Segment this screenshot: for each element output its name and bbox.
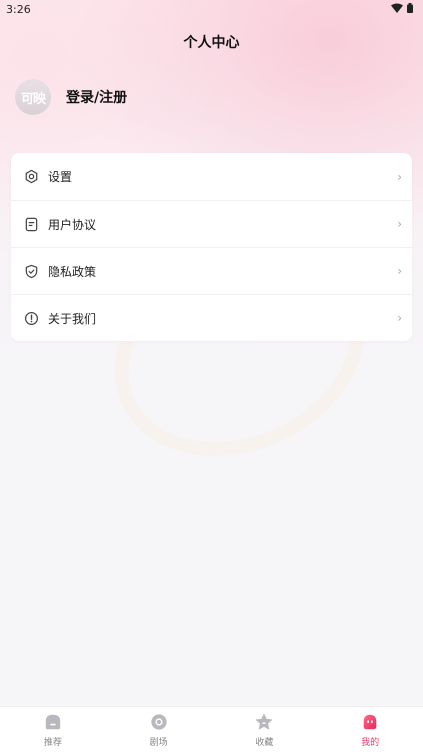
status-bar: 3:26 [0, 0, 423, 20]
home-icon [43, 712, 63, 732]
wifi-icon [391, 3, 403, 13]
profile-login-row[interactable]: 可映 登录/注册 [15, 79, 127, 115]
tab-favorites[interactable]: 收藏 [212, 707, 318, 752]
menu-item-privacy-policy[interactable]: 隐私政策 › [11, 247, 412, 294]
status-time: 3:26 [6, 3, 31, 16]
tab-label: 我的 [361, 738, 380, 748]
gear-icon [23, 169, 39, 185]
menu-card: 设置 › 用户协议 › 隐私政策 › 关于我们 › [11, 153, 412, 341]
menu-item-settings[interactable]: 设置 › [11, 153, 412, 200]
login-register-link[interactable]: 登录/注册 [66, 87, 127, 107]
tab-label: 剧场 [149, 738, 168, 748]
star-icon [254, 712, 274, 732]
theater-icon [149, 712, 169, 732]
shield-check-icon [23, 263, 39, 279]
menu-item-label: 隐私政策 [48, 264, 97, 279]
tab-recommend[interactable]: 推荐 [0, 707, 106, 752]
menu-item-user-agreement[interactable]: 用户协议 › [11, 200, 412, 247]
chevron-right-icon: › [397, 217, 402, 231]
tab-label: 推荐 [43, 738, 62, 748]
avatar[interactable]: 可映 [15, 79, 51, 115]
bottom-tab-bar: 推荐 剧场 收藏 我的 [0, 706, 423, 752]
chevron-right-icon: › [397, 311, 402, 325]
tab-theater[interactable]: 剧场 [106, 707, 212, 752]
page-title: 个人中心 [183, 35, 240, 51]
menu-item-label: 关于我们 [48, 311, 97, 326]
chevron-right-icon: › [397, 264, 402, 278]
menu-item-label: 用户协议 [48, 217, 97, 232]
profile-icon [360, 712, 380, 732]
battery-icon [407, 3, 413, 13]
status-icons [391, 3, 413, 13]
chevron-right-icon: › [397, 169, 402, 184]
tab-mine[interactable]: 我的 [317, 707, 423, 752]
menu-item-label: 设置 [48, 170, 73, 184]
menu-item-about-us[interactable]: 关于我们 › [11, 294, 412, 341]
tab-label: 收藏 [255, 738, 274, 748]
document-icon [23, 216, 39, 232]
info-icon [23, 310, 39, 326]
